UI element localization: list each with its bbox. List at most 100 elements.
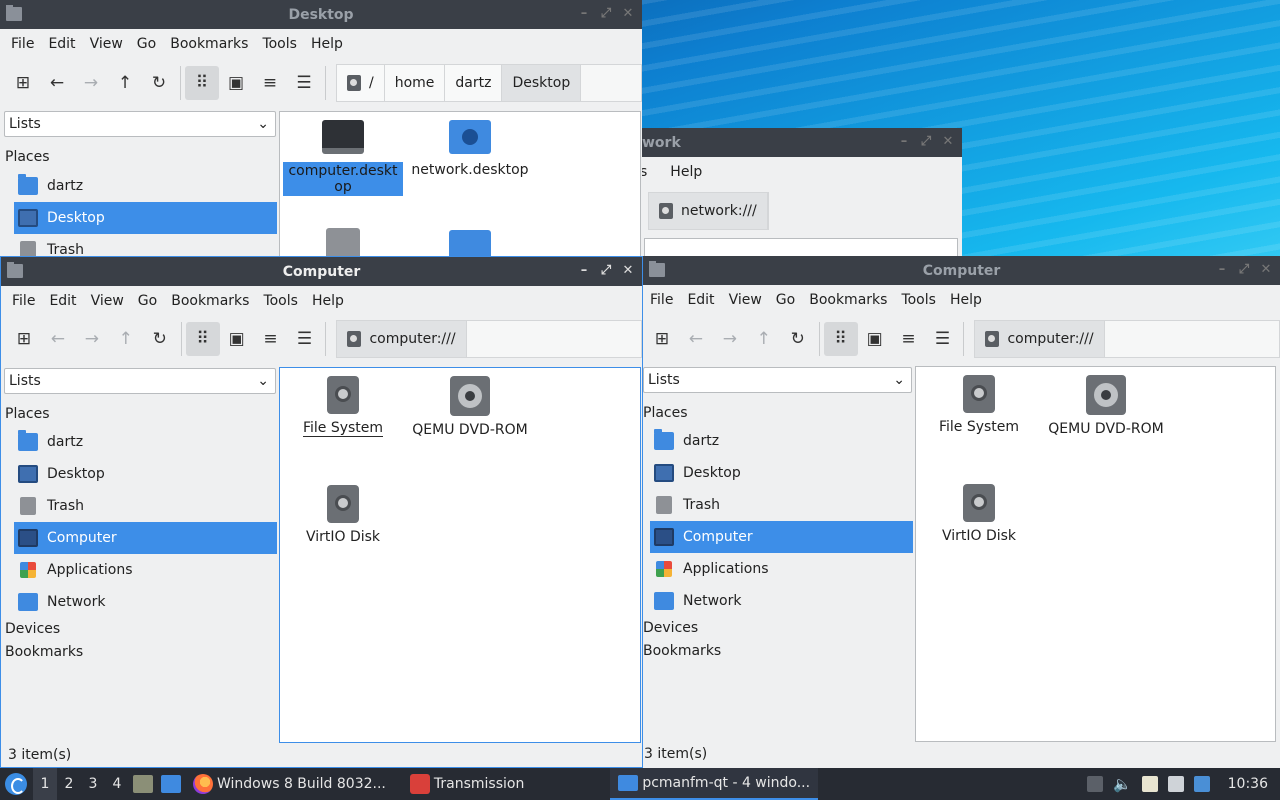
file-item-home[interactable]	[410, 230, 530, 256]
menu-tools[interactable]: Tools	[255, 36, 304, 52]
sidebar-item-network[interactable]: Network	[650, 585, 913, 617]
compact-view-icon[interactable]: ≡	[253, 66, 287, 100]
close-icon[interactable]: ✕	[940, 133, 956, 151]
menu-go[interactable]: Go	[130, 36, 163, 52]
file-item-computer-desktop[interactable]: computer.desktop	[283, 120, 403, 196]
menu-view[interactable]: View	[83, 36, 130, 52]
new-tab-icon[interactable]: ⊞	[645, 322, 679, 356]
sidebar-item-desktop[interactable]: Desktop	[650, 457, 913, 489]
sidebar-item-computer[interactable]: Computer	[650, 521, 913, 553]
thumbnail-view-icon[interactable]: ▣	[219, 66, 253, 100]
workspace-2[interactable]: 2	[57, 768, 81, 800]
close-icon[interactable]: ✕	[620, 5, 636, 23]
sidebar-item-trash[interactable]: Trash	[14, 490, 277, 522]
clock[interactable]: 10:36	[1228, 776, 1268, 792]
menu-bookmarks[interactable]: Bookmarks	[802, 292, 894, 308]
file-item-network-desktop[interactable]: network.desktop	[410, 120, 530, 178]
desktop-folder-window[interactable]: Desktop – ⤢ ✕ File Edit View Go Bookmark…	[0, 0, 642, 256]
bookmarks-header[interactable]: Bookmarks	[5, 644, 83, 660]
sidebar-item-trash[interactable]: Trash	[14, 234, 277, 256]
forward-icon[interactable]: →	[74, 66, 108, 100]
reload-icon[interactable]: ↻	[142, 66, 176, 100]
titlebar[interactable]: work – ⤢ ✕	[640, 128, 962, 157]
back-icon[interactable]: ←	[679, 322, 713, 356]
start-menu-icon[interactable]	[5, 773, 27, 795]
compact-view-icon[interactable]: ≡	[892, 322, 926, 356]
file-view[interactable]: File System QEMU DVD-ROM VirtIO Disk	[279, 367, 641, 743]
network-icon[interactable]	[1167, 776, 1184, 792]
path-crumb-dartz[interactable]: dartz	[445, 65, 503, 101]
titlebar[interactable]: Computer – ⤢ ✕	[1, 257, 642, 286]
close-icon[interactable]: ✕	[620, 262, 636, 280]
task-transmission[interactable]: Transmission	[402, 768, 532, 800]
workspace-3[interactable]: 3	[81, 768, 105, 800]
menu-bookmarks[interactable]: Bookmarks	[163, 36, 255, 52]
thumbnail-view-icon[interactable]: ▣	[220, 322, 254, 356]
maximize-icon[interactable]: ⤢	[598, 262, 614, 280]
update-notifier-icon[interactable]	[1193, 776, 1210, 792]
file-item-virtio-disk[interactable]: VirtIO Disk	[283, 485, 403, 545]
menu-edit[interactable]: Edit	[42, 293, 83, 309]
titlebar[interactable]: Computer – ⤢ ✕	[643, 256, 1280, 285]
icon-view-icon[interactable]: ⠿	[185, 322, 220, 356]
side-pane-mode-select[interactable]: Lists ⌄	[4, 111, 276, 137]
up-icon[interactable]: ↑	[109, 322, 143, 356]
minimize-icon[interactable]: –	[576, 262, 592, 280]
menu-help[interactable]: Help	[304, 36, 350, 52]
menu-go[interactable]: Go	[131, 293, 164, 309]
arrow-up-icon[interactable]	[1086, 776, 1103, 792]
sidebar-item-applications[interactable]: Applications	[14, 554, 277, 586]
file-item-trash[interactable]	[283, 228, 403, 256]
menu-help[interactable]: Help	[654, 164, 709, 180]
network-window[interactable]: work – ⤢ ✕ s Help network:///	[640, 128, 962, 256]
menu-file[interactable]: File	[5, 293, 42, 309]
menu-tools[interactable]: Tools	[256, 293, 305, 309]
menu-file[interactable]: File	[4, 36, 41, 52]
menu-help[interactable]: Help	[305, 293, 351, 309]
menu-help[interactable]: Help	[943, 292, 989, 308]
file-item-qemu-dvd-rom[interactable]: QEMU DVD-ROM	[1046, 375, 1166, 437]
menu-edit[interactable]: Edit	[41, 36, 82, 52]
up-icon[interactable]: ↑	[108, 66, 142, 100]
path-crumb[interactable]: computer:///	[337, 321, 467, 357]
workspace-1[interactable]: 1	[33, 768, 57, 800]
path-crumb-home[interactable]: home	[384, 65, 446, 101]
reload-icon[interactable]: ↻	[781, 322, 815, 356]
workspace-4[interactable]: 4	[105, 768, 129, 800]
file-item-file-system[interactable]: File System	[919, 375, 1039, 435]
side-pane-mode-select[interactable]: Lists ⌄	[643, 367, 912, 393]
file-view[interactable]	[644, 238, 958, 256]
sidebar-item-desktop[interactable]: Desktop	[14, 458, 277, 490]
back-icon[interactable]: ←	[40, 66, 74, 100]
detailed-list-view-icon[interactable]: ☰	[287, 66, 321, 100]
minimize-icon[interactable]: –	[1214, 261, 1230, 279]
sidebar-item-dartz[interactable]: dartz	[14, 170, 277, 202]
path-bar[interactable]: network:///	[648, 192, 769, 230]
detailed-list-view-icon[interactable]: ☰	[926, 322, 960, 356]
file-item-file-system[interactable]: File System	[283, 376, 403, 437]
detailed-list-view-icon[interactable]: ☰	[288, 322, 322, 356]
path-crumb-root[interactable]: /	[337, 65, 385, 101]
new-tab-icon[interactable]: ⊞	[6, 66, 40, 100]
computer-window-left[interactable]: Computer – ⤢ ✕ File Edit View Go Bookmar…	[0, 256, 643, 768]
up-icon[interactable]: ↑	[747, 322, 781, 356]
menu-view[interactable]: View	[84, 293, 131, 309]
sidebar-item-computer[interactable]: Computer	[14, 522, 277, 554]
sidebar-item-dartz[interactable]: dartz	[14, 426, 277, 458]
side-pane-mode-select[interactable]: Lists ⌄	[4, 368, 276, 394]
computer-window-right[interactable]: Computer – ⤢ ✕ File Edit View Go Bookmar…	[643, 256, 1280, 768]
devices-header[interactable]: Devices	[5, 621, 60, 637]
file-view[interactable]: computer.desktop network.desktop	[279, 111, 641, 256]
show-desktop-icon[interactable]	[161, 775, 181, 793]
minimize-icon[interactable]: –	[896, 133, 912, 151]
back-icon[interactable]: ←	[41, 322, 75, 356]
menu-tools[interactable]: Tools	[894, 292, 943, 308]
thumbnail-view-icon[interactable]: ▣	[858, 322, 892, 356]
file-view[interactable]: File System QEMU DVD-ROM VirtIO Disk	[915, 366, 1276, 742]
task-pcmanfm[interactable]: pcmanfm-qt - 4 windo...	[610, 768, 819, 800]
menu-bookmarks[interactable]: Bookmarks	[164, 293, 256, 309]
close-icon[interactable]: ✕	[1258, 261, 1274, 279]
titlebar[interactable]: Desktop – ⤢ ✕	[0, 0, 642, 29]
menu-item[interactable]: s	[640, 164, 654, 180]
task-firefox[interactable]: Windows 8 Build 8032...	[185, 768, 394, 800]
